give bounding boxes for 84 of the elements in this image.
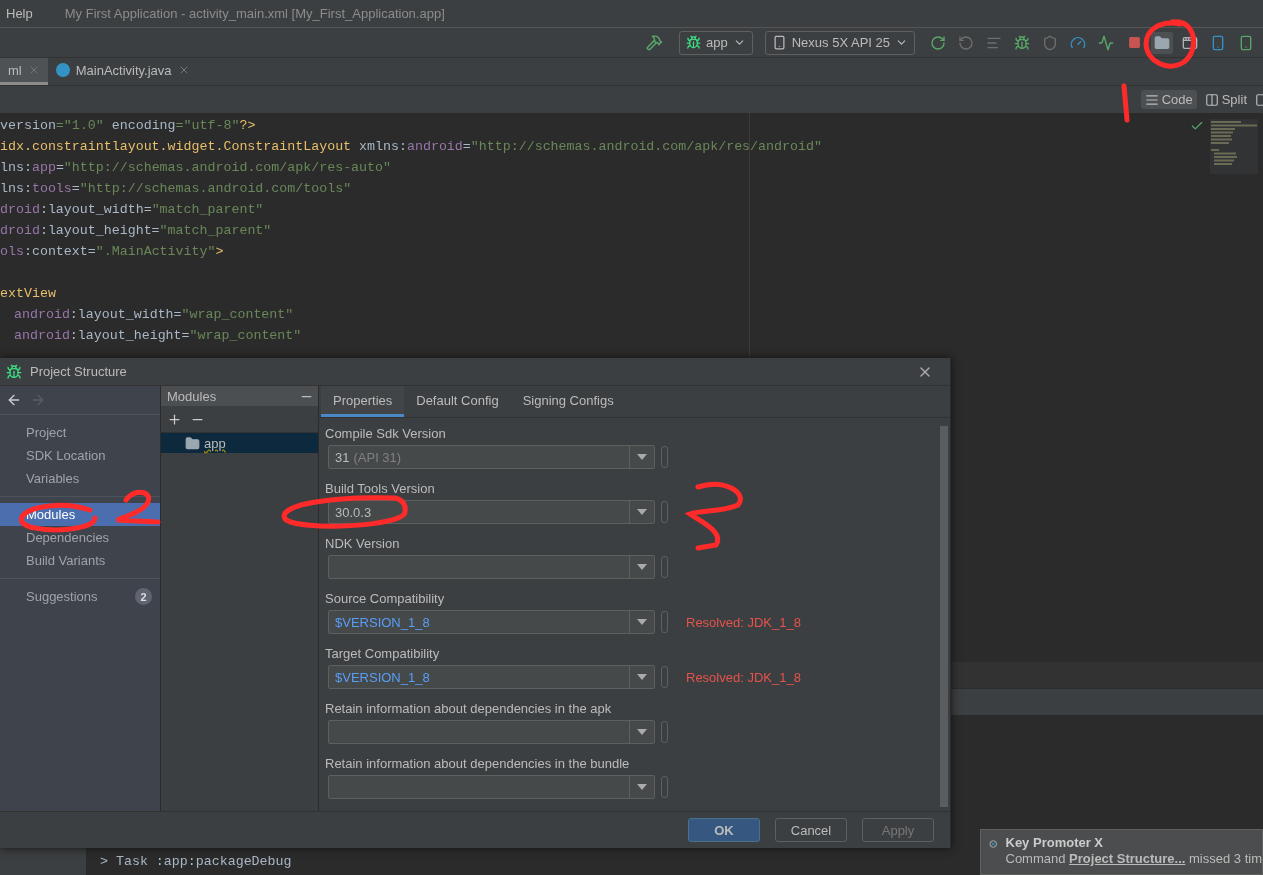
toggle-field[interactable]: [661, 721, 668, 743]
check-icon: [1190, 119, 1204, 133]
add-icon[interactable]: [167, 411, 182, 427]
class-icon: [55, 63, 70, 77]
lines-icon: [1144, 92, 1159, 107]
field-label: Compile Sdk Version: [325, 426, 446, 441]
forward-icon[interactable]: [30, 392, 46, 408]
modules-header: Modules: [161, 386, 318, 406]
toggle-field[interactable]: [661, 666, 668, 688]
notification-title: Key Promoter X: [1005, 835, 1105, 850]
columns-icon: [1204, 92, 1219, 107]
stroke-mark: [1121, 83, 1130, 123]
scribble-mark: [114, 489, 161, 525]
nav-item[interactable]: SDK Location: [0, 444, 160, 467]
dialog-button[interactable]: OK: [688, 818, 760, 842]
dropdown-field[interactable]: [328, 555, 655, 579]
dropdown-field[interactable]: $VERSION_1_8: [328, 665, 655, 689]
toggle-field[interactable]: [661, 501, 668, 523]
resolved-text: Resolved: JDK_1_8: [686, 669, 801, 685]
editor-tab[interactable]: ml: [0, 58, 48, 85]
code-line: android:layout_width="wrap_content": [13, 306, 295, 324]
dropdown-field[interactable]: [328, 720, 655, 744]
resolved-text: Resolved: JDK_1_8: [686, 614, 801, 630]
caret-icon: [637, 509, 647, 515]
circle-mark: [1143, 19, 1197, 69]
toggle-field[interactable]: [661, 611, 668, 633]
toggle-field[interactable]: [661, 446, 668, 468]
phone-icon: [771, 35, 787, 50]
code-line: version="1.0" encoding="utf-8"?>: [0, 117, 257, 135]
field-label: Source Compatibility: [325, 591, 445, 606]
field-label: Build Tools Version: [325, 481, 435, 496]
folder-icon: [185, 435, 200, 451]
field-label: NDK Version: [325, 536, 400, 551]
notification-text: Command Project Structure... missed 3 tim: [1005, 851, 1262, 866]
action-link[interactable]: Project Structure...: [1069, 851, 1186, 866]
caret-icon: [637, 619, 647, 625]
field-label: Retain information about dependencies in the bundle: [325, 756, 630, 771]
scribble-mark: [687, 481, 743, 551]
code-line: android:layout_height="wrap_content": [13, 327, 303, 345]
code-line: lns:app="http://schemas.android.com/apk/res-auto": [0, 159, 393, 177]
view-mode-button[interactable]: Code: [1140, 90, 1197, 109]
console-line: > Task :app:packageDebug: [100, 854, 292, 869]
menu-item[interactable]: Help: [6, 6, 33, 21]
code-line: lns:tools="http://schemas.android.com/tools": [0, 180, 353, 198]
caret-icon: [637, 564, 647, 570]
window-title: My First Application - activity_main.xml [My_First_Application.app]: [64, 6, 445, 21]
dialog-tab[interactable]: Properties: [321, 386, 405, 417]
nav-item[interactable]: Suggestions 2: [0, 585, 160, 608]
caret-icon: [637, 729, 647, 735]
code-line: idx.constraintlayout.widget.ConstraintLayout xmlns:android="http://schemas.android.com/apk/res/android": [0, 138, 823, 156]
nav-item[interactable]: Project: [0, 421, 160, 444]
dropdown-field[interactable]: 31 (API 31): [328, 445, 655, 469]
editor-tab[interactable]: MainActivity.java: [47, 58, 198, 85]
toggle-field[interactable]: [661, 556, 668, 578]
code-line: droid:layout_height="match_parent": [0, 222, 273, 240]
field-label: Target Compatibility: [325, 646, 440, 661]
back-icon[interactable]: [6, 392, 22, 408]
count-badge: 2: [135, 588, 152, 605]
dropdown-field[interactable]: $VERSION_1_8: [328, 610, 655, 634]
hammer-icon[interactable]: [646, 34, 663, 51]
toggle-field[interactable]: [661, 776, 668, 798]
dropdown-field[interactable]: [328, 775, 655, 799]
folder-icon[interactable]: [1151, 31, 1173, 54]
dialog-tab[interactable]: Signing Configs: [510, 386, 626, 417]
dropdown-field[interactable]: 30.0.3: [328, 500, 655, 524]
minimap-drawing: [1210, 119, 1258, 174]
view-mode-button[interactable]: Split: [1200, 90, 1251, 109]
dialog-button[interactable]: Cancel: [775, 818, 847, 842]
caret-icon: [637, 674, 647, 680]
caret-icon: [637, 454, 647, 460]
caret-icon: [637, 784, 647, 790]
code-line: droid:layout_width="match_parent": [0, 201, 265, 219]
scrollbar[interactable]: [940, 426, 948, 807]
device-dropdown[interactable]: Nexus 5X API 25: [764, 30, 915, 55]
dialog-tab[interactable]: Default Config: [404, 386, 511, 417]
nav-item[interactable]: Dependencies: [0, 526, 160, 549]
code-line: ols:context=".MainActivity">: [0, 243, 225, 261]
nav-item[interactable]: Variables: [0, 467, 160, 490]
dialog-title: Project Structure: [30, 364, 128, 379]
field-label: Retain information about dependencies in the apk: [325, 701, 612, 716]
nav-item[interactable]: Build Variants: [0, 549, 160, 572]
configuration-dropdown[interactable]: app: [679, 30, 753, 55]
code-line: extView: [0, 285, 57, 303]
module-item[interactable]: app: [161, 433, 318, 453]
